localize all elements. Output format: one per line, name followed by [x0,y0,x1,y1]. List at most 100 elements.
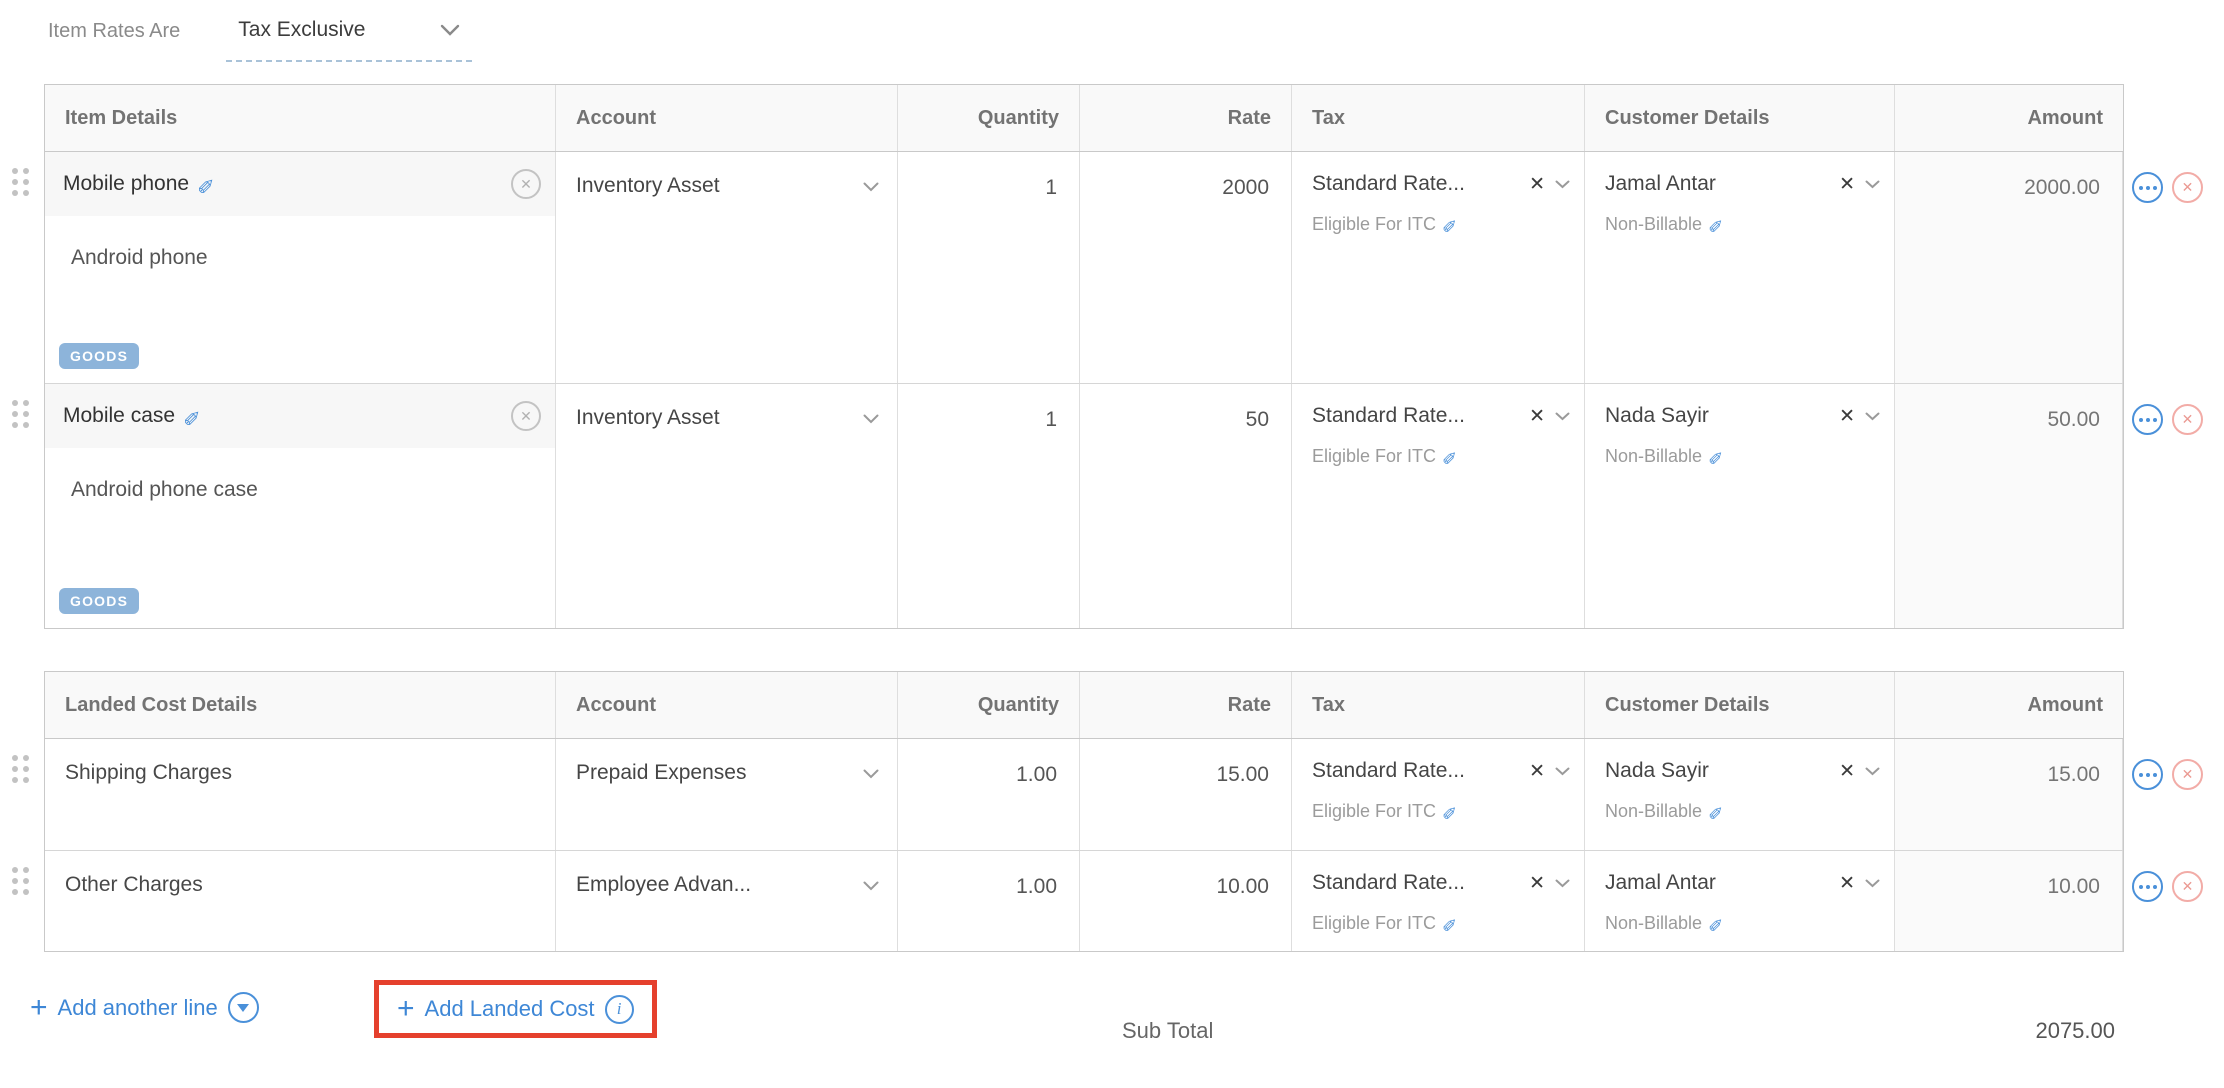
add-another-line-button[interactable]: + Add another line [30,992,259,1023]
row-drag-handle[interactable] [12,867,29,895]
edit-billable-icon[interactable]: ✎ [1708,913,1723,934]
item-cell: Mobile case ✎ ✕ Android phone case GOODS [45,384,556,628]
highlight-annotation-box: + Add Landed Cost i [374,980,657,1038]
quantity-field[interactable]: 1 [898,384,1080,628]
account-value: Employee Advan... [576,873,751,897]
billable-status[interactable]: Non-Billable ✎ [1585,783,1894,822]
line-items-editor: Item Rates Are Tax Exclusive Item Detail… [0,0,2224,1078]
account-value: Inventory Asset [576,174,720,198]
customer-select[interactable]: Jamal Antar ✕ [1585,152,1894,196]
clear-item-icon[interactable]: ✕ [511,169,541,199]
account-select[interactable]: Employee Advan... [556,851,898,951]
edit-item-icon[interactable]: ✎ [197,172,215,197]
quantity-field[interactable]: 1.00 [898,739,1080,850]
tax-select[interactable]: Standard Rate... ✕ [1292,152,1584,196]
edit-itc-icon[interactable]: ✎ [1442,214,1457,235]
itc-eligibility[interactable]: Eligible For ITC ✎ [1292,783,1584,822]
billable-status[interactable]: Non-Billable ✎ [1585,428,1894,467]
tax-value: Standard Rate... [1312,172,1465,196]
chevron-down-icon [1865,767,1880,776]
clear-customer-icon[interactable]: ✕ [1839,760,1855,783]
clear-customer-icon[interactable]: ✕ [1839,173,1855,196]
edit-billable-icon[interactable]: ✎ [1708,446,1723,467]
account-select[interactable]: Inventory Asset [556,384,898,628]
tax-select[interactable]: Standard Rate... ✕ [1292,384,1584,428]
tax-select[interactable]: Standard Rate... ✕ [1292,739,1584,783]
customer-select[interactable]: Jamal Antar ✕ [1585,851,1894,895]
header-amount: Amount [1895,672,2123,738]
caret-down-circle-icon[interactable] [228,992,259,1023]
header-account: Account [556,85,898,151]
row-drag-handle[interactable] [12,400,29,428]
tax-value: Standard Rate... [1312,404,1465,428]
clear-tax-icon[interactable]: ✕ [1529,760,1545,783]
itc-note: Eligible For ITC [1312,446,1436,467]
rate-field[interactable]: 2000 [1080,152,1292,383]
account-select[interactable]: Prepaid Expenses [556,739,898,850]
edit-billable-icon[interactable]: ✎ [1708,801,1723,822]
account-select[interactable]: Inventory Asset [556,152,898,383]
customer-select[interactable]: Nada Sayir ✕ [1585,739,1894,783]
itc-eligibility[interactable]: Eligible For ITC ✎ [1292,895,1584,934]
clear-item-icon[interactable]: ✕ [511,401,541,431]
landed-cost-table: Landed Cost Details Account Quantity Rat… [44,671,2124,952]
itc-eligibility[interactable]: Eligible For ITC ✎ [1292,196,1584,235]
edit-itc-icon[interactable]: ✎ [1442,801,1457,822]
landed-cost-name-field[interactable]: Other Charges [45,851,556,951]
delete-row-icon[interactable]: ✕ [2172,871,2203,902]
chevron-down-icon [863,881,879,891]
rate-field[interactable]: 10.00 [1080,851,1292,951]
more-options-icon[interactable] [2132,404,2163,435]
chevron-down-icon [1555,412,1570,421]
tax-mode-dropdown[interactable]: Tax Exclusive [226,16,472,62]
row-drag-handle[interactable] [12,168,29,196]
info-icon[interactable]: i [605,995,634,1024]
more-options-icon[interactable] [2132,172,2163,203]
item-table-header: Item Details Account Quantity Rate Tax C… [45,85,2123,152]
edit-item-icon[interactable]: ✎ [183,404,201,429]
item-name-field[interactable]: Mobile case ✎ ✕ [45,384,555,448]
clear-tax-icon[interactable]: ✕ [1529,173,1545,196]
totals-footer: + Add another line + Add Landed Cost i S… [0,978,2224,1088]
quantity-field[interactable]: 1 [898,152,1080,383]
delete-row-icon[interactable]: ✕ [2172,759,2203,790]
billable-note: Non-Billable [1605,913,1702,934]
header-amount: Amount [1895,85,2123,151]
item-description[interactable]: Android phone [45,216,555,270]
edit-billable-icon[interactable]: ✎ [1708,214,1723,235]
row-actions: ✕ [2132,404,2203,435]
clear-customer-icon[interactable]: ✕ [1839,872,1855,895]
landed-cost-name-field[interactable]: Shipping Charges [45,739,556,850]
delete-row-icon[interactable]: ✕ [2172,172,2203,203]
item-description[interactable]: Android phone case [45,448,555,502]
customer-select[interactable]: Nada Sayir ✕ [1585,384,1894,428]
amount-value: 10.00 [1895,851,2123,951]
edit-itc-icon[interactable]: ✎ [1442,446,1457,467]
header-tax: Tax [1292,85,1585,151]
clear-tax-icon[interactable]: ✕ [1529,872,1545,895]
rate-field[interactable]: 50 [1080,384,1292,628]
billable-status[interactable]: Non-Billable ✎ [1585,895,1894,934]
header-rate: Rate [1080,85,1292,151]
more-options-icon[interactable] [2132,759,2163,790]
quantity-field[interactable]: 1.00 [898,851,1080,951]
header-quantity: Quantity [898,85,1080,151]
rate-field[interactable]: 15.00 [1080,739,1292,850]
item-name-field[interactable]: Mobile phone ✎ ✕ [45,152,555,216]
chevron-down-icon [863,414,879,424]
tax-cell: Standard Rate... ✕ Eligible For ITC ✎ [1292,384,1585,628]
clear-customer-icon[interactable]: ✕ [1839,405,1855,428]
account-value: Prepaid Expenses [576,761,746,785]
delete-row-icon[interactable]: ✕ [2172,404,2203,435]
plus-icon: + [397,994,415,1024]
row-drag-handle[interactable] [12,755,29,783]
billable-status[interactable]: Non-Billable ✎ [1585,196,1894,235]
more-options-icon[interactable] [2132,871,2163,902]
itc-eligibility[interactable]: Eligible For ITC ✎ [1292,428,1584,467]
clear-tax-icon[interactable]: ✕ [1529,405,1545,428]
tax-select[interactable]: Standard Rate... ✕ [1292,851,1584,895]
add-landed-cost-button[interactable]: + Add Landed Cost i [397,994,634,1024]
edit-itc-icon[interactable]: ✎ [1442,913,1457,934]
add-another-line-label: Add another line [58,995,218,1021]
chevron-down-icon [1865,879,1880,888]
